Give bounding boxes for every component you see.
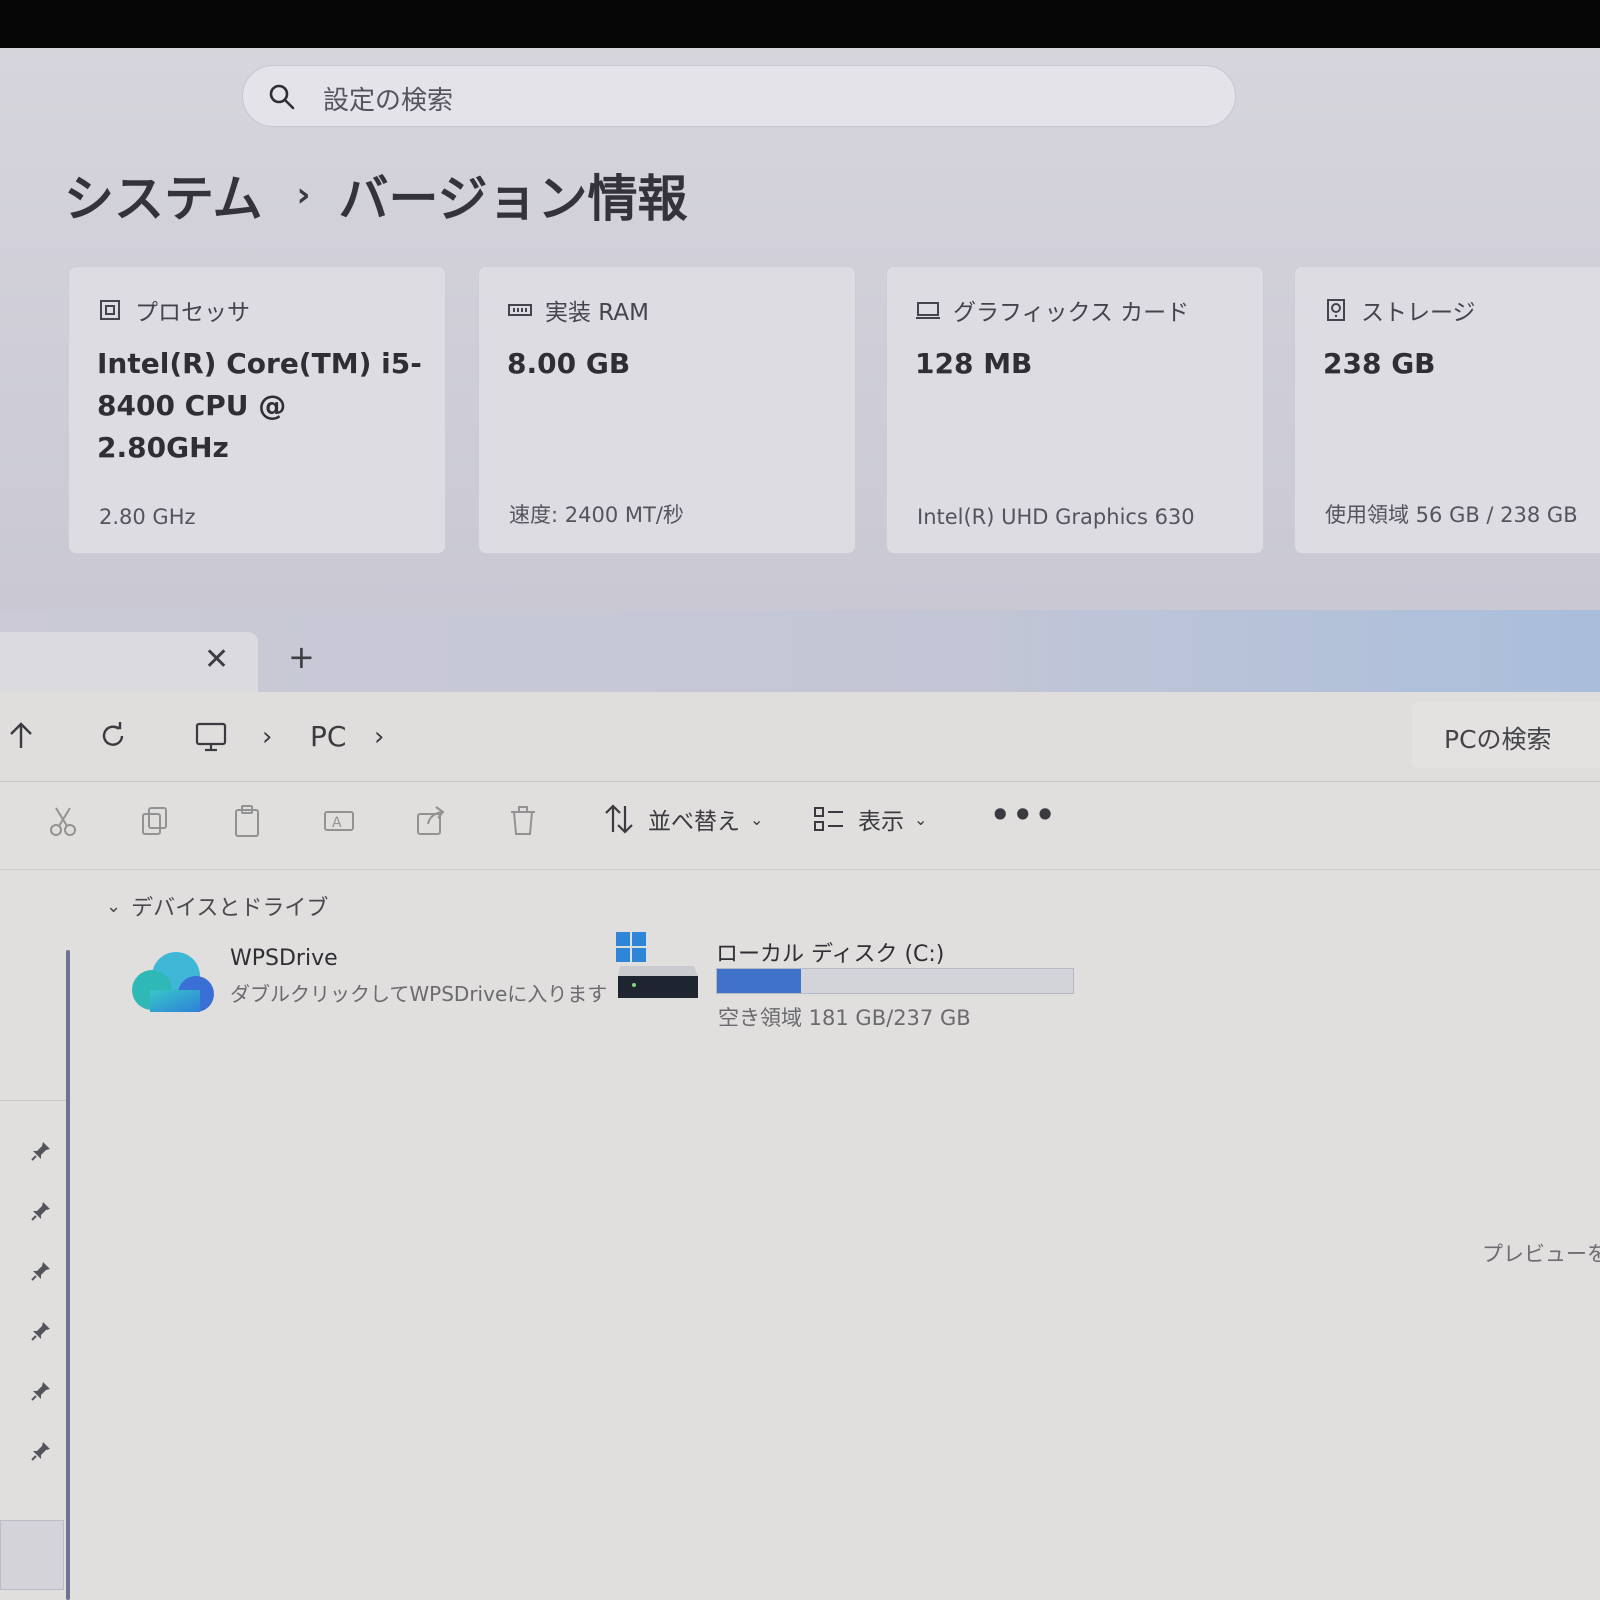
wpsdrive-name: WPSDrive	[230, 946, 338, 971]
local-disk-name: ローカル ディスク (C:)	[716, 942, 945, 967]
chevron-down-icon: ⌄	[750, 809, 764, 829]
address-bar: › PC › PCの検索	[0, 692, 1600, 782]
windows-drive-icon	[616, 932, 698, 998]
breadcrumb-chevron-icon: ›	[296, 175, 311, 215]
command-bar: A 並べ替え ⌄ 表示 ⌄ •••	[0, 782, 1600, 870]
pin-icon[interactable]	[30, 1320, 52, 1342]
gpu-icon	[916, 302, 940, 319]
page-title: バージョン情報	[338, 170, 688, 228]
close-tab-icon[interactable]: ✕	[204, 642, 229, 677]
processor-speed: 2.80 GHz	[99, 505, 196, 529]
graphics-card: グラフィックス カード 128 MB Intel(R) UHD Graphics…	[886, 266, 1264, 554]
breadcrumb-system[interactable]: システム	[64, 159, 263, 231]
refresh-icon[interactable]	[98, 720, 128, 752]
delete-icon[interactable]	[506, 804, 540, 838]
graphics-model: Intel(R) UHD Graphics 630	[917, 505, 1195, 529]
ram-label: 実装 RAM	[545, 300, 649, 326]
paste-icon[interactable]	[230, 804, 264, 838]
path-segment-pc[interactable]: PC	[310, 720, 346, 753]
svg-text:A: A	[332, 815, 342, 831]
nav-pane-scrollbar[interactable]	[66, 950, 70, 1600]
processor-card: プロセッサ Intel(R) Core(TM) i5-8400 CPU @ 2.…	[68, 266, 446, 554]
storage-value: 238 GB	[1323, 347, 1436, 380]
monitor-bezel	[0, 0, 1600, 48]
ram-speed: 速度: 2400 MT/秒	[509, 503, 684, 527]
storage-card: ストレージ 238 GB 使用領域 56 GB / 238 GB	[1294, 266, 1600, 554]
processor-value: Intel(R) Core(TM) i5-8400 CPU @ 2.80GHz	[97, 347, 422, 464]
path-chevron-icon[interactable]: ›	[262, 722, 272, 752]
graphics-label: グラフィックス カード	[953, 300, 1190, 326]
processor-label: プロセッサ	[135, 300, 250, 326]
sort-button[interactable]: 並べ替え ⌄	[602, 802, 763, 836]
path-chevron-icon[interactable]: ›	[374, 722, 384, 752]
view-label: 表示	[858, 809, 904, 835]
settings-search-box[interactable]: 設定の検索	[242, 65, 1236, 127]
search-placeholder: 設定の検索	[323, 86, 454, 116]
view-button[interactable]: 表示 ⌄	[812, 802, 927, 836]
rename-icon[interactable]: A	[322, 804, 356, 838]
pc-search-placeholder: PCの検索	[1444, 725, 1552, 754]
ram-card: 実装 RAM 8.00 GB 速度: 2400 MT/秒	[478, 266, 856, 554]
settings-window: 設定の検索 システム › バージョン情報 プロセッサ Intel(R) Core…	[0, 48, 1600, 610]
tab-pc[interactable]: ✕	[0, 632, 258, 692]
disk-usage-bar	[716, 968, 1074, 994]
chevron-down-icon: ⌄	[914, 809, 928, 829]
nav-pane-selected-item[interactable]	[0, 1520, 64, 1590]
ram-value: 8.00 GB	[507, 347, 631, 380]
new-tab-button[interactable]: +	[288, 638, 315, 676]
share-icon[interactable]	[414, 804, 448, 838]
group-header-devices[interactable]: ⌄ デバイスとドライブ	[106, 890, 328, 922]
sort-label: 並べ替え	[648, 809, 740, 835]
local-disk-c-item[interactable]: ローカル ディスク (C:) 空き領域 181 GB/237 GB	[616, 930, 1086, 1030]
wpsdrive-description: ダブルクリックしてWPSDriveに入ります	[230, 982, 608, 1006]
nav-pane-divider	[0, 1100, 66, 1101]
chevron-down-icon: ⌄	[106, 895, 122, 917]
disk-free-space: 空き領域 181 GB/237 GB	[718, 1006, 971, 1030]
navigation-pane	[0, 870, 80, 1600]
cut-icon[interactable]	[46, 804, 80, 838]
ram-icon	[508, 304, 532, 316]
sort-icon	[605, 804, 633, 834]
pin-icon[interactable]	[30, 1140, 52, 1162]
pin-icon[interactable]	[30, 1440, 52, 1462]
pc-search-input[interactable]: PCの検索	[1412, 702, 1600, 768]
cloud-icon	[132, 952, 214, 1012]
file-list: ⌄ デバイスとドライブ WPSDrive ダブルクリックしてWPSDriveに入…	[80, 870, 1600, 1600]
storage-icon	[1327, 299, 1345, 321]
storage-usage: 使用領域 56 GB / 238 GB	[1325, 503, 1578, 527]
search-icon	[269, 84, 295, 110]
more-options-icon[interactable]: •••	[990, 796, 1057, 834]
graphics-value: 128 MB	[915, 347, 1033, 380]
storage-label: ストレージ	[1361, 300, 1476, 326]
file-explorer-window: ✕ + › PC › PCの検索 A 並べ替え ⌄ 表示 ⌄ ••• ⌄ デバイ…	[0, 610, 1600, 1600]
pin-icon[interactable]	[30, 1380, 52, 1402]
up-arrow-icon[interactable]	[6, 720, 36, 752]
cpu-icon	[100, 300, 120, 320]
tab-strip: ✕ +	[0, 610, 1600, 692]
view-list-icon	[814, 807, 843, 831]
disk-usage-fill	[717, 969, 802, 993]
copy-icon[interactable]	[138, 804, 172, 838]
pin-icon[interactable]	[30, 1200, 52, 1222]
wpsdrive-item[interactable]: WPSDrive ダブルクリックしてWPSDriveに入ります	[128, 940, 607, 1030]
group-label: デバイスとドライブ	[131, 896, 329, 921]
breadcrumb: システム › バージョン情報	[64, 160, 688, 230]
this-pc-icon[interactable]	[194, 720, 228, 754]
pin-icon[interactable]	[30, 1260, 52, 1282]
preview-pane-hint: プレビューを表	[1482, 1242, 1600, 1266]
